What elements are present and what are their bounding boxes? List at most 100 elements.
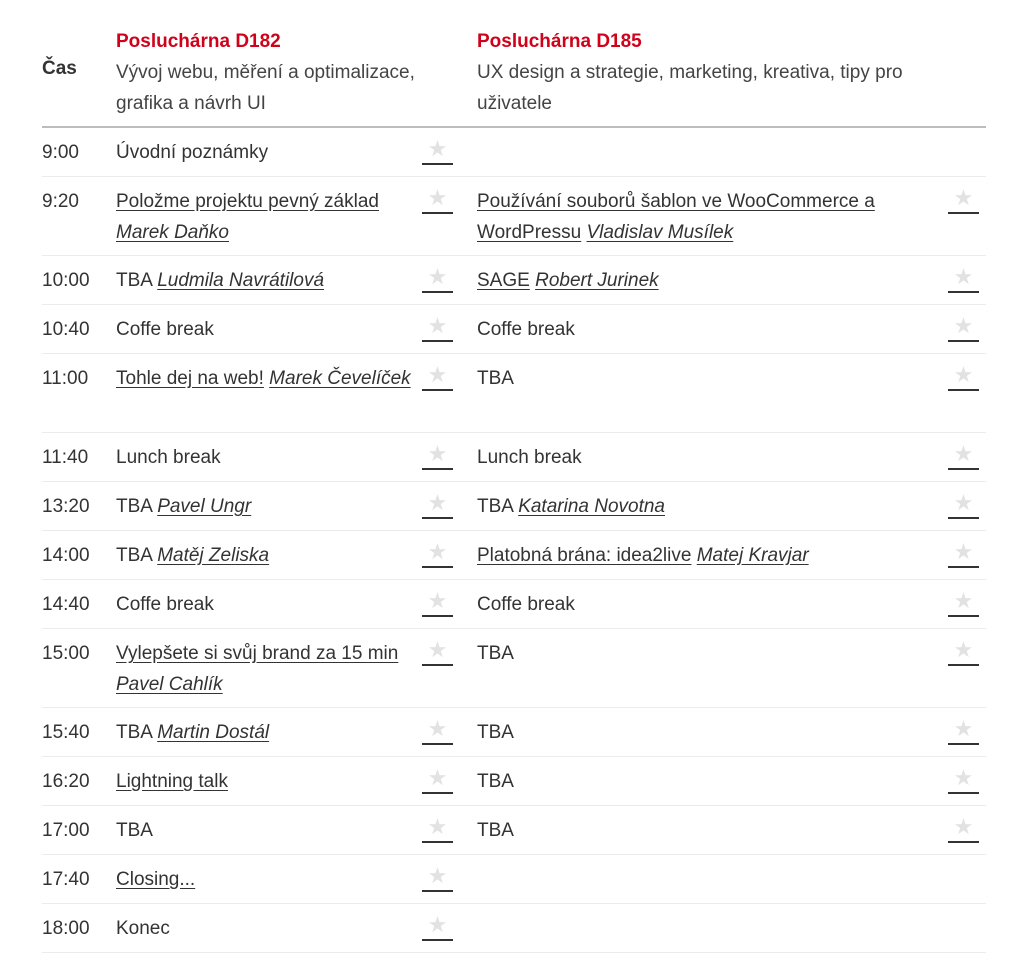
- favorite-star-icon[interactable]: ★: [422, 540, 453, 568]
- favorite-star-icon[interactable]: ★: [948, 314, 979, 342]
- talk-title: TBA: [477, 368, 514, 389]
- favorite-star-icon[interactable]: ★: [948, 717, 979, 745]
- time-slot: 15:40: [42, 722, 90, 743]
- schedule-body: 9:00 Úvodní poznámky ★ 9:20 Položme projekt…: [42, 128, 986, 953]
- favorite-star-icon[interactable]: ★: [422, 913, 453, 941]
- speaker-link[interactable]: Marek Čevelíček: [269, 368, 411, 389]
- time-slot: 18:00: [42, 918, 90, 939]
- talk-title: TBA: [116, 496, 152, 517]
- favorite-star-icon[interactable]: ★: [948, 491, 979, 519]
- speaker-link[interactable]: Vladislav Musílek: [586, 222, 733, 243]
- speaker-link[interactable]: Martin Dostál: [157, 722, 269, 743]
- favorite-star-icon[interactable]: ★: [948, 638, 979, 666]
- speaker-link[interactable]: Katarina Novotna: [518, 496, 665, 517]
- talk-title: TBA: [477, 820, 514, 841]
- favorite-star-icon[interactable]: ★: [948, 363, 979, 391]
- time-slot: 11:00: [42, 368, 89, 389]
- favorite-star-icon[interactable]: ★: [422, 864, 453, 892]
- speaker-link[interactable]: Pavel Cahlík: [116, 674, 223, 695]
- favorite-star-icon[interactable]: ★: [422, 638, 453, 666]
- favorite-star-icon[interactable]: ★: [422, 717, 453, 745]
- session-d185: TBA: [477, 717, 937, 748]
- schedule-row: 11:40 Lunch break ★ Lunch break ★: [42, 433, 986, 482]
- talk-title: Coffe break: [477, 594, 575, 615]
- talk-title: Lunch break: [477, 447, 582, 468]
- session-d182: Lunch break: [116, 442, 416, 473]
- talk-title: TBA: [477, 722, 514, 743]
- schedule-row: 14:40 Coffe break ★ Coffe break ★: [42, 580, 986, 629]
- room-title: Posluchárna D182: [116, 31, 281, 52]
- talk-link[interactable]: Closing...: [116, 869, 195, 890]
- favorite-star-icon[interactable]: ★: [948, 815, 979, 843]
- talk-title: TBA: [116, 820, 153, 841]
- talk-title: Lunch break: [116, 447, 221, 468]
- talk-title: TBA: [477, 643, 514, 664]
- room-description: Vývoj webu, měření a optimalizace, grafi…: [116, 62, 415, 114]
- talk-title: Coffe break: [116, 594, 214, 615]
- talk-link[interactable]: Vylepšete si svůj brand za 15 min: [116, 643, 398, 664]
- session-d182: Lightning talk: [116, 766, 416, 797]
- speaker-link[interactable]: Ludmila Navrátilová: [157, 270, 324, 291]
- schedule-row: 17:00 TBA ★ TBA ★: [42, 806, 986, 855]
- session-d185: TBA: [477, 638, 937, 669]
- session-d182: Konec: [116, 913, 416, 944]
- talk-link[interactable]: Lightning talk: [116, 771, 228, 792]
- talk-link[interactable]: Položme projektu pevný základ: [116, 191, 379, 212]
- talk-title: TBA: [477, 496, 513, 517]
- favorite-star-icon[interactable]: ★: [422, 186, 453, 214]
- favorite-star-icon[interactable]: ★: [948, 540, 979, 568]
- room-title: Posluchárna D185: [477, 31, 642, 52]
- room-header-d185: Posluchárna D185 UX design a strategie, …: [477, 26, 967, 119]
- session-d182: Coffe break: [116, 314, 416, 345]
- schedule-row: 10:40 Coffe break ★ Coffe break ★: [42, 305, 986, 354]
- speaker-link[interactable]: Pavel Ungr: [157, 496, 251, 517]
- session-d182: TBA: [116, 815, 416, 846]
- favorite-star-icon[interactable]: ★: [422, 314, 453, 342]
- session-d182: TBA Ludmila Navrátilová: [116, 265, 416, 296]
- favorite-star-icon[interactable]: ★: [948, 265, 979, 293]
- session-d185: TBA: [477, 815, 937, 846]
- favorite-star-icon[interactable]: ★: [422, 589, 453, 617]
- session-d185: Platobná brána: idea2live Matej Kravjar: [477, 540, 937, 571]
- favorite-star-icon[interactable]: ★: [422, 442, 453, 470]
- favorite-star-icon[interactable]: ★: [948, 186, 979, 214]
- time-slot: 9:20: [42, 191, 79, 212]
- favorite-star-icon[interactable]: ★: [422, 766, 453, 794]
- session-d182: Closing...: [116, 864, 416, 895]
- session-d182: TBA Matěj Zeliska: [116, 540, 416, 571]
- time-slot: 9:00: [42, 142, 79, 163]
- favorite-star-icon[interactable]: ★: [948, 589, 979, 617]
- favorite-star-icon[interactable]: ★: [422, 137, 453, 165]
- favorite-star-icon[interactable]: ★: [948, 766, 979, 794]
- time-slot: 17:00: [42, 820, 90, 841]
- session-d185: TBA: [477, 766, 937, 797]
- talk-title: Coffe break: [477, 319, 575, 340]
- speaker-link[interactable]: Matej Kravjar: [697, 545, 809, 566]
- session-d182: TBA Pavel Ungr: [116, 491, 416, 522]
- time-slot: 10:00: [42, 270, 90, 291]
- schedule-row: 14:00 TBA Matěj Zeliska ★ Platobná brána: …: [42, 531, 986, 580]
- favorite-star-icon[interactable]: ★: [422, 265, 453, 293]
- talk-link[interactable]: Platobná brána: idea2live: [477, 545, 691, 566]
- talk-link[interactable]: SAGE: [477, 270, 530, 291]
- favorite-star-icon[interactable]: ★: [422, 363, 453, 391]
- session-d185: Lunch break: [477, 442, 937, 473]
- schedule-row: 17:40 Closing... ★: [42, 855, 986, 904]
- favorite-star-icon[interactable]: ★: [422, 491, 453, 519]
- favorite-star-icon[interactable]: ★: [422, 815, 453, 843]
- room-description: UX design a strategie, marketing, kreati…: [477, 62, 903, 114]
- talk-title: TBA: [116, 545, 152, 566]
- speaker-link[interactable]: Robert Jurinek: [535, 270, 659, 291]
- speaker-link[interactable]: Matěj Zeliska: [157, 545, 269, 566]
- schedule-header: Čas Posluchárna D182 Vývoj webu, měření …: [42, 0, 986, 128]
- session-d182: Vylepšete si svůj brand za 15 min Pavel …: [116, 638, 416, 700]
- schedule-row: 18:00 Konec ★: [42, 904, 986, 953]
- session-d185: Coffe break: [477, 589, 937, 620]
- session-d185: TBA Katarina Novotna: [477, 491, 937, 522]
- talk-link[interactable]: Tohle dej na web!: [116, 368, 264, 389]
- favorite-star-icon[interactable]: ★: [948, 442, 979, 470]
- session-d185: Používání souborů šablon ve WooCommerce …: [477, 186, 937, 248]
- time-slot: 17:40: [42, 869, 90, 890]
- speaker-link[interactable]: Marek Daňko: [116, 222, 229, 243]
- talk-title: Úvodní poznámky: [116, 142, 269, 163]
